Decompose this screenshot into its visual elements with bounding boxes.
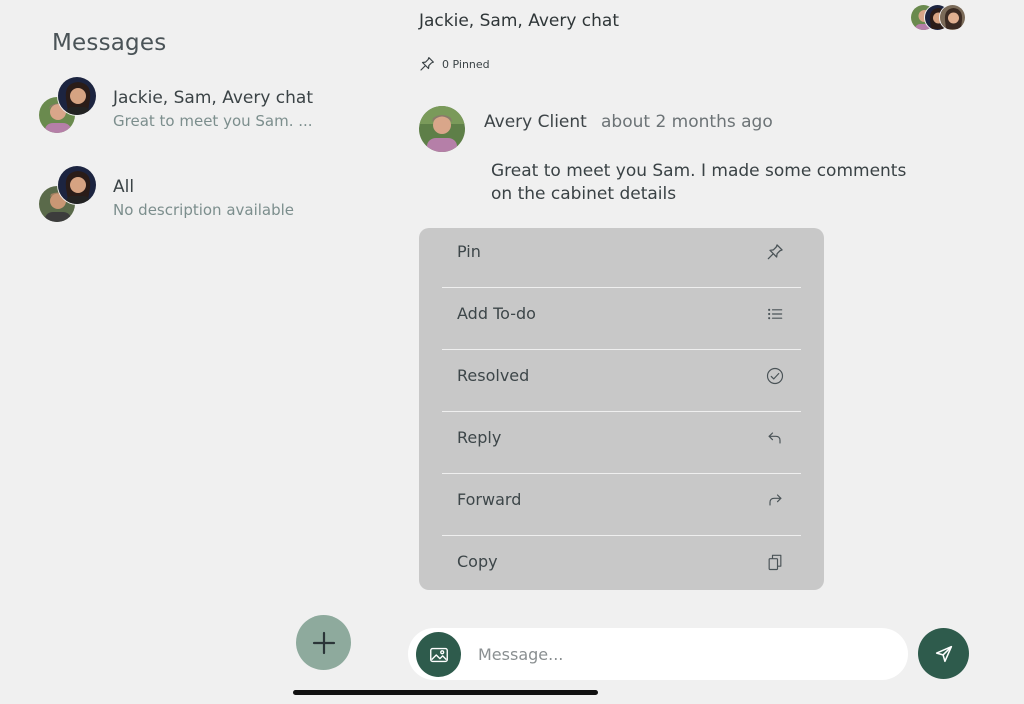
message-timestamp: about 2 months ago	[601, 112, 773, 132]
reply-icon	[768, 432, 781, 444]
message-input[interactable]	[478, 638, 888, 670]
conversation-name: All	[113, 177, 135, 197]
menu-item-copy[interactable]: Copy	[442, 536, 801, 590]
menu-item-forward[interactable]: Forward	[442, 474, 801, 536]
plus-icon	[312, 631, 335, 654]
send-icon	[935, 645, 952, 662]
conversation-item-all[interactable]: All No description available	[36, 165, 336, 229]
message-context-menu: Pin Add To-do Resolved Reply Forward Cop…	[419, 228, 824, 590]
message-author: Avery Client	[484, 112, 587, 132]
avatar	[57, 165, 97, 205]
menu-item-pin[interactable]: Pin	[442, 228, 801, 288]
menu-item-label: Pin	[457, 242, 481, 261]
conversation-item-group-chat[interactable]: Jackie, Sam, Avery chat Great to meet yo…	[36, 76, 336, 140]
send-button[interactable]	[918, 628, 969, 679]
chat-title: Jackie, Sam, Avery chat	[419, 11, 619, 31]
message-text: Great to meet you Sam. I made some comme…	[491, 161, 907, 204]
pin-icon	[767, 244, 783, 260]
menu-item-label: Resolved	[457, 366, 530, 385]
list-icon	[768, 308, 783, 320]
copy-icon	[768, 554, 782, 571]
menu-item-add-todo[interactable]: Add To-do	[442, 288, 801, 350]
new-conversation-button[interactable]	[296, 615, 351, 670]
image-icon	[429, 647, 448, 662]
attach-photo-button[interactable]	[416, 632, 461, 677]
check-circle-icon	[766, 367, 784, 385]
forward-icon	[769, 494, 782, 506]
menu-item-label: Forward	[457, 490, 522, 509]
avatar	[57, 76, 97, 116]
menu-item-label: Reply	[457, 428, 502, 447]
conversation-preview: No description available	[113, 201, 295, 219]
participants-avatars[interactable]	[910, 4, 968, 34]
sidebar-title: Messages	[52, 30, 167, 56]
home-indicator	[293, 690, 598, 695]
menu-item-label: Copy	[457, 552, 498, 571]
pinned-indicator[interactable]: 0 Pinned	[418, 54, 490, 74]
menu-item-reply[interactable]: Reply	[442, 412, 801, 474]
avatar	[419, 106, 465, 152]
pin-icon	[420, 57, 434, 71]
menu-item-label: Add To-do	[457, 304, 536, 323]
avatar	[939, 4, 966, 31]
pinned-count: 0 Pinned	[442, 57, 490, 71]
conversation-name: Jackie, Sam, Avery chat	[113, 88, 313, 108]
conversation-preview: Great to meet you Sam. ...	[113, 112, 313, 130]
message-composer	[408, 628, 908, 680]
menu-item-resolved[interactable]: Resolved	[442, 350, 801, 412]
